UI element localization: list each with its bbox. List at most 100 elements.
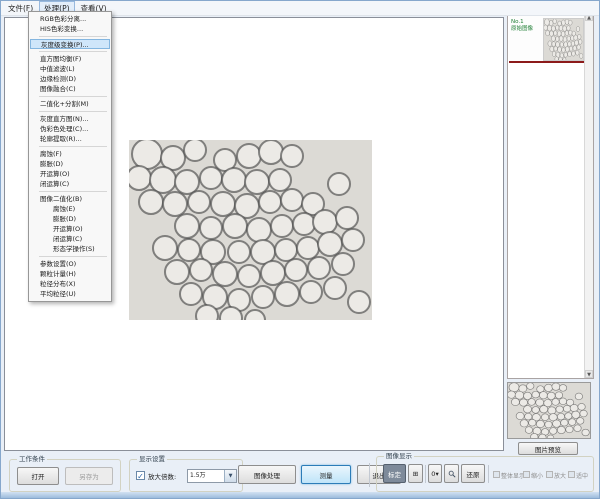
particle-circle <box>247 218 271 242</box>
menu-item[interactable]: RGB色彩分离... <box>29 14 111 24</box>
particle-circle <box>555 37 559 42</box>
zoom-step-stepper[interactable]: 0▾ <box>428 464 442 483</box>
menu-separator <box>39 191 107 192</box>
particle-circle <box>553 19 557 24</box>
menu-item[interactable]: 中值滤波(L) <box>29 64 111 74</box>
menu-item[interactable]: 闭运算(C) <box>29 234 111 244</box>
list-item-line1: No.1 <box>511 19 542 26</box>
particle-circle <box>328 173 350 195</box>
calibrate-button[interactable]: 标定 <box>383 464 406 483</box>
option-icon <box>523 471 530 478</box>
particle-circle <box>223 214 247 238</box>
particle-circle <box>576 27 580 32</box>
particle-circle <box>524 406 532 413</box>
particle-circle <box>561 20 565 25</box>
image-history-list[interactable]: No.1 原始图像 ▲ ▼ <box>507 12 594 379</box>
particle-circle <box>259 140 283 164</box>
menu-item[interactable]: 腐蚀(E) <box>29 204 111 214</box>
menu-item[interactable]: 开运算(O) <box>29 224 111 234</box>
menu-item[interactable]: 闭运算(C) <box>29 179 111 189</box>
grid-icon[interactable]: ⊞ <box>408 464 423 483</box>
particle-circle <box>509 383 519 392</box>
menu-item[interactable]: 直方图均衡(F) <box>29 54 111 64</box>
menu-item[interactable]: HIS色彩变换... <box>29 24 111 34</box>
preview-button[interactable]: 图片预览 <box>518 442 578 455</box>
particle-circle <box>539 392 547 399</box>
whole-view-label: 整体显示 <box>501 473 525 480</box>
particle-circle <box>566 426 573 433</box>
particle-circle <box>579 53 583 58</box>
particle-circle <box>571 51 575 56</box>
particle-circle <box>575 393 582 400</box>
zoom-in-option[interactable]: 放大 <box>546 471 566 480</box>
particle-circle <box>580 410 587 417</box>
zoom-label: 放大倍数: <box>148 471 176 481</box>
particle-circle <box>555 392 562 399</box>
particle-circle <box>561 419 568 426</box>
save-as-button[interactable]: 另存为 <box>65 467 113 485</box>
fit-option[interactable]: 适中 <box>568 471 588 480</box>
toolbar-divider <box>369 463 370 487</box>
particle-circle <box>563 405 570 412</box>
particle-circle <box>565 31 569 36</box>
menu-item[interactable]: 粒径分布(X) <box>29 279 111 289</box>
particle-circle <box>539 434 546 439</box>
menu-item[interactable]: 灰度级变换(P)... <box>30 39 110 49</box>
particle-circle <box>562 58 565 61</box>
menu-item[interactable]: 平均粒径(U) <box>29 289 111 299</box>
particle-circle <box>245 170 269 194</box>
menu-item[interactable]: 形态学操作(S) <box>29 244 111 254</box>
magnifier-glyph <box>448 470 456 478</box>
view-groupbox-label: 图像显示 <box>384 452 414 461</box>
particle-circle <box>557 426 565 433</box>
magnifier-icon[interactable] <box>444 464 459 483</box>
particle-circle <box>554 46 558 51</box>
list-scrollbar[interactable]: ▲ ▼ <box>584 13 593 378</box>
particle-circle <box>511 398 519 405</box>
particle-circle <box>564 52 568 57</box>
process-image-button[interactable]: 图像处理 <box>238 465 296 484</box>
particle-circle <box>570 36 574 41</box>
measure-button[interactable]: 测量 <box>301 465 351 484</box>
open-button[interactable]: 打开 <box>17 467 59 485</box>
particle-circle <box>541 414 548 421</box>
particle-circle <box>578 39 582 44</box>
particle-circle <box>575 50 579 55</box>
particle-circle <box>252 286 274 308</box>
menu-item[interactable]: 图像二值化(B) <box>29 194 111 204</box>
menu-item[interactable]: 边缘检测(D) <box>29 74 111 84</box>
menu-item[interactable]: 轮廓提取(R)... <box>29 134 111 144</box>
list-item[interactable]: No.1 原始图像 <box>509 14 584 63</box>
show-marks-checkbox[interactable]: ✓ <box>136 471 145 480</box>
particle-circle <box>238 265 260 287</box>
menu-item[interactable]: 伪彩色处理(C)... <box>29 124 111 134</box>
scroll-down-icon[interactable]: ▼ <box>585 370 593 378</box>
menu-item[interactable]: 二值化+分割(M) <box>29 99 111 109</box>
magnification-combobox[interactable]: 1.5万 ▼ <box>187 469 237 483</box>
zoom-out-option[interactable]: 缩小 <box>523 471 543 480</box>
menu-separator <box>39 36 107 37</box>
menu-item[interactable]: 颗粒计量(H) <box>29 269 111 279</box>
particle-circle <box>565 47 569 52</box>
particle-circle <box>275 282 299 306</box>
combo-arrow-icon[interactable]: ▼ <box>224 470 236 482</box>
particle-circle <box>567 51 571 56</box>
menu-item[interactable]: 图像融合(C) <box>29 84 111 94</box>
particle-circle <box>544 384 552 391</box>
whole-view-option[interactable]: 整体显示 <box>493 471 525 480</box>
menu-item[interactable]: 参数设置(O) <box>29 259 111 269</box>
particle-circle <box>565 413 572 420</box>
particle-circle <box>293 213 315 235</box>
particle-circle <box>318 232 342 256</box>
particle-circle <box>547 435 554 439</box>
menu-item[interactable]: 腐蚀(F) <box>29 149 111 159</box>
menu-item[interactable]: 膨胀(D) <box>29 159 111 169</box>
fit-button[interactable]: 还原 <box>461 464 485 483</box>
particle-circle <box>559 398 566 405</box>
menu-item[interactable]: 膨胀(D) <box>29 214 111 224</box>
particle-circle <box>531 433 538 439</box>
menu-item[interactable]: 开运算(O) <box>29 169 111 179</box>
particle-circle <box>228 241 250 263</box>
menu-item[interactable]: 灰度直方图(N)... <box>29 114 111 124</box>
zoom-out-label: 缩小 <box>531 473 543 480</box>
